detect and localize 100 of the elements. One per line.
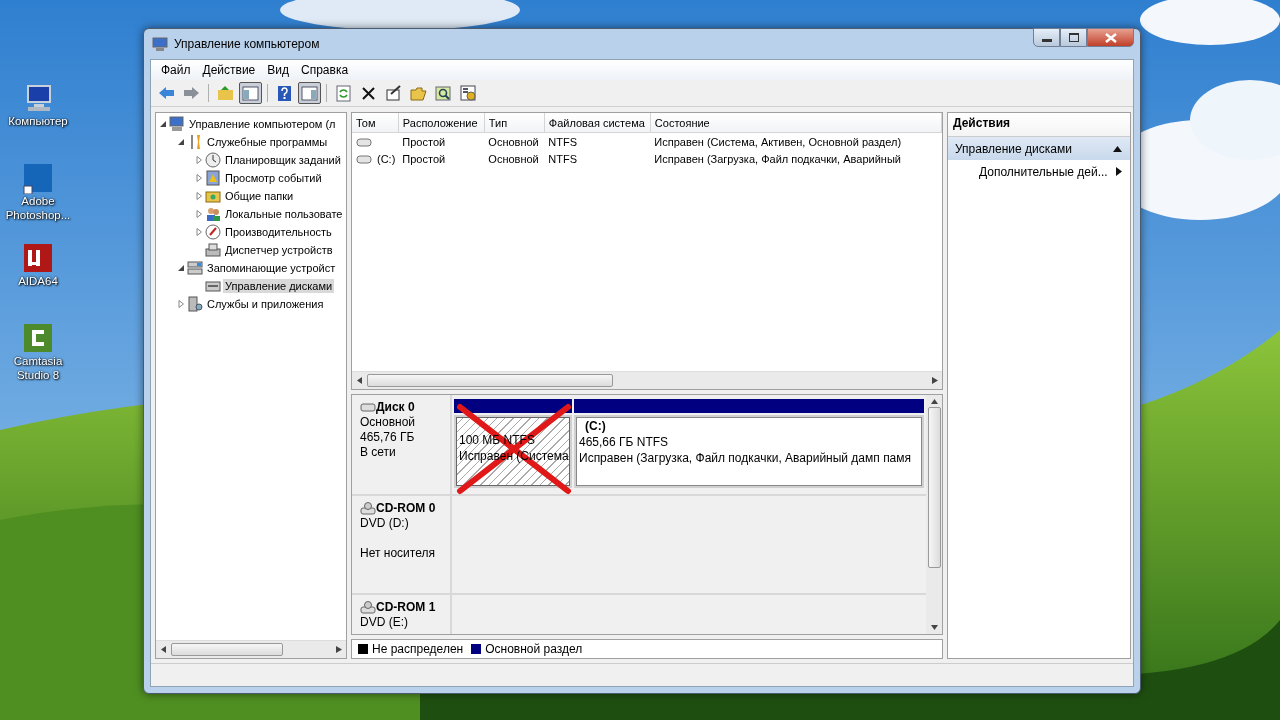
- legend-label: Не распределен: [372, 642, 464, 656]
- collapse-arrow-icon[interactable]: [158, 119, 167, 129]
- disk-detail: В сети: [360, 445, 397, 460]
- partition-name: (C:): [584, 419, 607, 434]
- search-icon: [435, 84, 452, 102]
- section-title: Управление дисками: [955, 141, 1072, 156]
- disk-detail: DVD (D:): [360, 516, 410, 531]
- storage-icon: [187, 260, 203, 276]
- action-pane-icon: [301, 84, 318, 102]
- minimize-button[interactable]: [1033, 28, 1060, 47]
- disk-name: Диск 0: [376, 400, 415, 414]
- table-cell-text: Основной: [487, 151, 540, 167]
- disk-detail: Основной: [360, 415, 416, 430]
- vertical-scrollbar[interactable]: [926, 395, 942, 634]
- tree-item[interactable]: Производительность: [223, 225, 334, 239]
- collapse-arrow-icon[interactable]: [176, 137, 185, 147]
- scroll-right-icon: [931, 377, 938, 384]
- expand-arrow-icon[interactable]: [194, 155, 203, 165]
- horizontal-scrollbar[interactable]: [352, 371, 942, 389]
- event-log-icon: [205, 170, 221, 186]
- partition-size: 465,66 ГБ NTFS: [579, 434, 670, 450]
- action-link[interactable]: Дополнительные дей...: [948, 160, 1130, 183]
- column-header[interactable]: Файловая система: [544, 113, 651, 133]
- forward-arrow-icon: [183, 84, 200, 102]
- computer-icon: [152, 36, 168, 52]
- menu-item[interactable]: Вид: [261, 63, 295, 77]
- action-pane-button[interactable]: [298, 82, 321, 104]
- tree-item[interactable]: Просмотр событий: [223, 171, 324, 185]
- scroll-down-icon: [930, 625, 938, 630]
- table-cell: (C:): [377, 152, 396, 165]
- back-arrow-icon: [158, 84, 175, 102]
- console-tree-button[interactable]: [239, 82, 262, 104]
- device-icon: [205, 242, 221, 258]
- table-cell: Простой: [398, 132, 485, 150]
- close-button[interactable]: [1087, 28, 1134, 47]
- column-header[interactable]: Тип: [484, 113, 545, 133]
- column-header[interactable]: Том: [352, 113, 399, 133]
- console-tree-icon: [242, 84, 259, 102]
- refresh-icon: [335, 84, 352, 102]
- tree-item[interactable]: Локальные пользовате: [223, 207, 345, 221]
- maximize-button[interactable]: [1060, 28, 1087, 47]
- scroll-up-icon: [930, 399, 938, 404]
- column-header[interactable]: Состояние: [650, 113, 942, 133]
- column-header[interactable]: Расположение: [398, 113, 485, 133]
- expand-arrow-icon[interactable]: [176, 299, 185, 309]
- table-cell-text: Простой: [401, 151, 447, 167]
- folder-up-icon: [217, 84, 234, 102]
- disk-drive-icon: [205, 278, 221, 294]
- server-icon: [187, 296, 203, 312]
- window-title: Управление компьютером: [174, 37, 321, 51]
- scroll-left-icon: [160, 646, 167, 653]
- users-icon: [205, 206, 221, 222]
- horizontal-scrollbar[interactable]: [156, 640, 346, 658]
- settings-icon: [460, 84, 477, 102]
- table-cell-text: Исправен (Загрузка, Файл подкачки, Аварийный: [653, 151, 902, 167]
- actions-section[interactable]: Управление дисками: [948, 137, 1130, 160]
- tree-item[interactable]: Управление дисками: [223, 279, 335, 293]
- table-cell: Основной: [484, 132, 545, 150]
- tree-item[interactable]: Служебные программы: [205, 135, 330, 149]
- disk-detail: 465,76 ГБ: [360, 430, 416, 445]
- gauge-icon: [205, 224, 221, 240]
- scroll-right-icon: [335, 646, 342, 653]
- collapse-arrow-icon[interactable]: [176, 263, 185, 273]
- properties-icon: [385, 84, 402, 102]
- scroll-left-icon: [356, 377, 363, 384]
- expand-arrow-icon[interactable]: [194, 173, 203, 183]
- tree-item[interactable]: Диспетчер устройств: [223, 243, 335, 257]
- table-cell-text: NTFS: [547, 151, 579, 167]
- table-cell: NTFS: [544, 132, 651, 150]
- menu-item[interactable]: Справка: [295, 63, 355, 77]
- disk-detail: DVD (E:): [360, 615, 409, 630]
- tree-item[interactable]: Планировщик заданий: [223, 153, 343, 167]
- close-icon: [1104, 32, 1117, 43]
- help-icon: [276, 84, 293, 102]
- menu-item[interactable]: Файл: [155, 63, 197, 77]
- menu-item[interactable]: Действие: [196, 63, 262, 77]
- partition-status: Исправен (Загрузка, Файл подкачки, Аварийный дамп памя: [579, 450, 913, 466]
- submenu-arrow-icon: [1116, 167, 1122, 176]
- tree-item[interactable]: Управление компьютером (л: [187, 117, 338, 131]
- table-cell: Исправен (Система, Активен, Основной раздел): [650, 132, 942, 150]
- partition-block[interactable]: (C:) 465,66 ГБ NTFS Исправен (Загрузка, Файл подкачки, Аварийный дамп памя: [574, 415, 924, 488]
- delete-icon: [360, 84, 377, 102]
- open-folder-icon: [410, 84, 427, 102]
- clock-icon: [205, 152, 221, 168]
- tree-item[interactable]: Запоминающие устройст: [205, 261, 338, 275]
- drive-icon: [356, 136, 372, 147]
- tree-item[interactable]: Службы и приложения: [205, 297, 326, 311]
- disk-name: CD-ROM 0: [376, 501, 436, 515]
- optical-drive-icon: [360, 501, 376, 515]
- tree-item[interactable]: Общие папки: [223, 189, 296, 203]
- drive-icon: [356, 153, 372, 164]
- disk-media-status: Нет носителя: [360, 546, 436, 561]
- expand-arrow-icon[interactable]: [194, 191, 203, 201]
- computer-icon: [169, 116, 185, 132]
- legend-label: Основной раздел: [485, 642, 583, 656]
- expand-arrow-icon[interactable]: [194, 227, 203, 237]
- collapse-arrow-icon: [1113, 145, 1122, 152]
- disk-name: CD-ROM 1: [376, 600, 436, 614]
- expand-arrow-icon[interactable]: [194, 209, 203, 219]
- shared-folder-icon: [205, 188, 221, 204]
